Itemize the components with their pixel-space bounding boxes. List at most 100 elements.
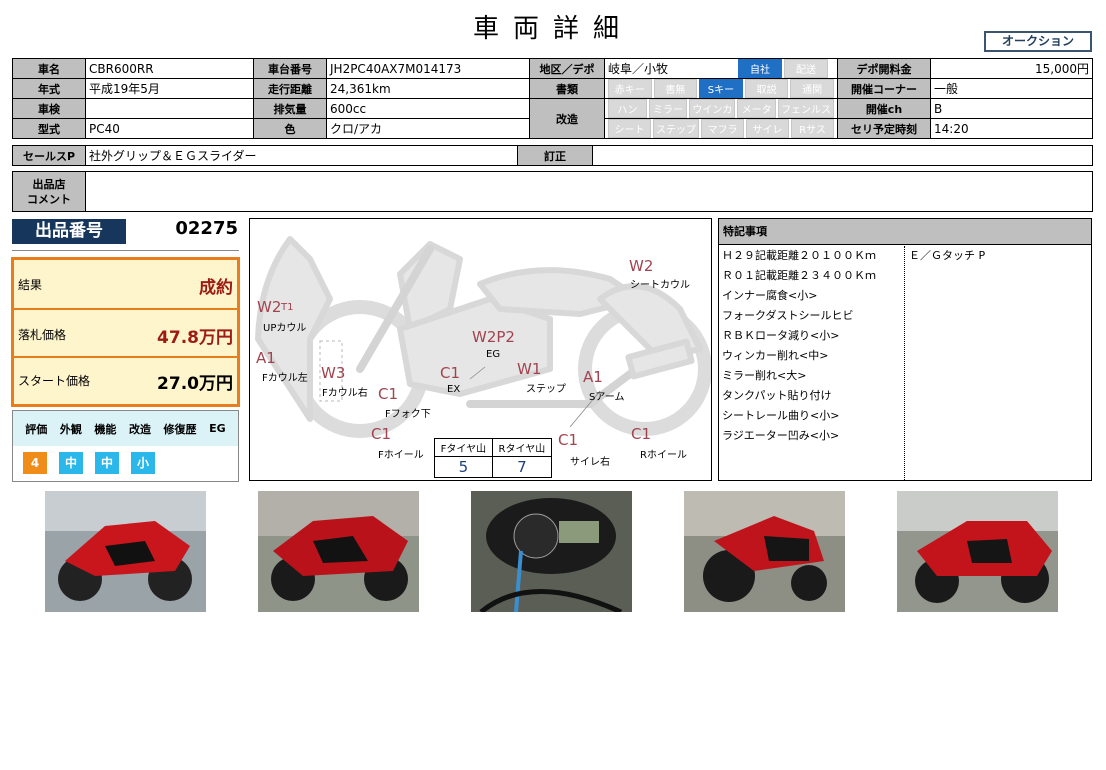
color-label: 色 (253, 118, 327, 139)
note-line: フォークダストシールヒビ (722, 309, 854, 322)
mark-code: C1 (371, 425, 392, 443)
lot-number: 02275 (175, 218, 238, 239)
chassis-label: 車台番号 (253, 58, 327, 79)
note-line: Ｅ／Ｇタッチ P (909, 249, 986, 262)
photo-2[interactable] (258, 491, 419, 612)
correction-value (592, 145, 1093, 166)
year-value: 平成19年5月 (85, 78, 254, 99)
displacement-label: 排気量 (253, 98, 327, 119)
evaluation-value: 中 (95, 452, 119, 474)
photo-3[interactable] (471, 491, 632, 612)
chip-1: ハン (608, 99, 647, 118)
start-value: 27.0万円 (157, 374, 233, 394)
mark-code: W1 (517, 360, 542, 378)
region-chips: 自社 配送 (738, 59, 828, 78)
motorcycle-front-photo-icon (897, 491, 1058, 612)
note-line: タンクパット貼り付け (722, 389, 832, 402)
mark-code: W2 (257, 298, 282, 316)
model-value: PC40 (85, 118, 254, 139)
page-title: 車両詳細 (472, 14, 633, 44)
chip-4: サイレ (746, 119, 789, 138)
lot-divider (12, 250, 239, 251)
note-line: ＲＢＫロータ減り<小> (722, 329, 840, 342)
chip-2: ステップ (653, 119, 699, 138)
comment-label-line2: コメント (27, 192, 71, 206)
evaluation-header: 評価 (25, 422, 48, 436)
chip-4: 取説 (744, 79, 789, 98)
region-label: 地区／デポ (529, 58, 605, 79)
spec-table: 車名 CBR600RR 車台番号 JH2PC40AX7M014173 地区／デポ… (12, 58, 1093, 139)
inspection-value (85, 98, 254, 119)
salespoint-value: 社外グリップ＆ＥＧスライダー (85, 145, 518, 166)
mark-code: W2 (629, 257, 654, 275)
evaluation-header: EG (209, 422, 226, 435)
motorcycle-photo-icon (258, 491, 419, 612)
motorcycle-rear-photo-icon (684, 491, 845, 612)
mark-label: サイレ右 (570, 457, 610, 468)
bid-value: 47.8万円 (157, 328, 233, 348)
ch-value: B (930, 98, 1093, 119)
mileage-label: 走行距離 (253, 78, 327, 99)
mileage-value: 24,361km (326, 78, 530, 99)
mark-code: C1 (440, 364, 461, 382)
comment-value (85, 171, 1093, 212)
evaluation-box: 評価 外観 機能 改造 修復歴 EG 4中中小 (12, 410, 239, 482)
note-line: Ｒ０１記載距離２３４００Ｋｍ (722, 269, 876, 282)
result-row: 結果 成約 (14, 260, 237, 310)
chip-3: Sキー (699, 79, 743, 98)
result-value: 成約 (199, 278, 233, 298)
note-line: ミラー削れ<大> (722, 369, 807, 382)
comment-label: 出品店 コメント (12, 171, 86, 212)
start-row: スタート価格 27.0万円 (14, 358, 237, 404)
note-line: インナー腐食<小> (722, 289, 818, 302)
ch-label: 開催ch (837, 98, 931, 119)
mod-cell-1: ハン ミラー ウインカ メータ フェンルス (604, 98, 838, 119)
depo-fee-value: 15,000円 (930, 58, 1093, 79)
tire-table: Fタイヤ山 Rタイヤ山 5 7 (434, 438, 553, 479)
result-box: 結果 成約 落札価格 47.8万円 スタート価格 27.0万円 (11, 257, 240, 407)
mark-label: UPカウル (263, 323, 307, 334)
evaluation-value: 中 (59, 452, 83, 474)
region-value: 岐阜／小牧 (608, 62, 669, 76)
mark-label: EX (447, 384, 461, 395)
mark-code: A1 (583, 368, 603, 386)
docs-cell: 赤キー 書無 Sキー 取説 通関 (604, 78, 838, 99)
photo-5[interactable] (897, 491, 1058, 612)
evaluation-value: 4 (23, 452, 47, 474)
chip-3: ウインカ (689, 99, 736, 118)
name-label: 車名 (12, 58, 86, 79)
docs-chips: 赤キー 書無 Sキー 取説 通関 (608, 79, 834, 98)
displacement-value: 600cc (326, 98, 530, 119)
mod-chips-1: ハン ミラー ウインカ メータ フェンルス (608, 99, 835, 118)
meter-photo-icon (471, 491, 632, 612)
name-value: CBR600RR (85, 58, 254, 79)
mark-label: Sアーム (589, 392, 625, 403)
lot-label: 出品番号 (12, 219, 126, 244)
bid-row: 落札価格 47.8万円 (14, 310, 237, 358)
mark-label: Fカウル左 (262, 373, 308, 384)
motorcycle-photo-icon (45, 491, 206, 612)
mark-code: W2P2 (472, 328, 515, 346)
evaluation-value: 小 (131, 452, 155, 474)
evaluation-header: 機能 (94, 422, 117, 436)
rear-tire-label: Rタイヤ山 (491, 438, 553, 457)
mod-cell-2: シート ステップ マフラ サイレ Rサス (604, 118, 838, 139)
chip-2: 配送 (784, 59, 828, 78)
mark-code: A1 (256, 349, 276, 367)
model-label: 型式 (12, 118, 86, 139)
mod-chips-2: シート ステップ マフラ サイレ Rサス (608, 119, 834, 138)
region-cell: 岐阜／小牧 自社 配送 (604, 58, 838, 79)
photo-4[interactable] (684, 491, 845, 612)
evaluation-header: 修復歴 (163, 422, 197, 436)
evaluation-header: 外観 (59, 422, 82, 436)
depo-fee-label: デポ開料金 (837, 58, 931, 79)
note-line: シートレール曲り<小> (722, 409, 840, 422)
photo-1[interactable] (45, 491, 206, 612)
mark-label: Fホイール (378, 450, 424, 461)
mark-code: C1 (558, 431, 579, 449)
mark-sub: T1 (281, 302, 294, 313)
note-line: ラジエーター凹み<小> (722, 429, 840, 442)
corner-label: 開催コーナー (837, 78, 931, 99)
year-label: 年式 (12, 78, 86, 99)
notes-column-2: Ｅ／Ｇタッチ P (906, 246, 1091, 480)
